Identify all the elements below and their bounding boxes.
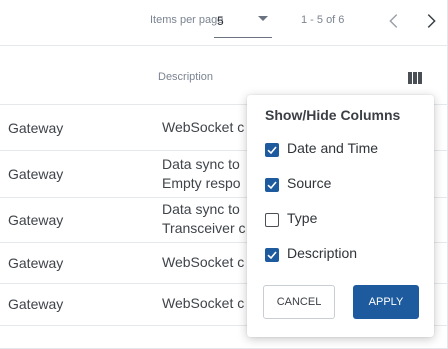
- cell-source: Gateway: [8, 166, 64, 182]
- cell-source: Gateway: [8, 212, 64, 228]
- cell-description: WebSocket c: [162, 295, 245, 311]
- checkbox-checked[interactable]: [265, 178, 279, 192]
- items-per-page-value: 5: [217, 14, 224, 28]
- checkmark-icon: [267, 181, 277, 190]
- popup-title: Show/Hide Columns: [265, 107, 401, 123]
- column-visibility-popup: Show/Hide Columns Date and Time Source T…: [247, 95, 434, 337]
- option-label: Type: [287, 210, 318, 226]
- cell-description: WebSocket c: [162, 254, 245, 270]
- caret-down-icon: [258, 16, 268, 21]
- pagination-bar: Items per page 5 1 - 5 of 6: [0, 0, 448, 46]
- checkmark-icon: [267, 146, 277, 155]
- checkbox-unchecked[interactable]: [265, 213, 279, 227]
- items-per-page-select[interactable]: 5: [214, 8, 272, 38]
- items-per-page-label: Items per page: [150, 14, 224, 26]
- checkbox-checked[interactable]: [265, 143, 279, 157]
- cell-description-line-1: Data sync to: [162, 201, 240, 217]
- option-label: Source: [287, 175, 332, 191]
- cell-source: Gateway: [8, 120, 64, 136]
- cell-source: Gateway: [8, 296, 64, 312]
- page-range-text: 1 - 5 of 6: [301, 14, 345, 26]
- apply-button[interactable]: APPLY: [353, 285, 419, 319]
- table-panel: Items per page 5 1 - 5 of 6 Description …: [0, 0, 448, 349]
- columns-icon[interactable]: [408, 72, 422, 84]
- column-header-description[interactable]: Description: [158, 71, 213, 83]
- cell-source: Gateway: [8, 255, 64, 271]
- cancel-button[interactable]: CANCEL: [263, 285, 335, 319]
- chevron-right-icon[interactable]: [420, 10, 442, 32]
- cell-description: WebSocket c: [162, 119, 245, 135]
- option-label: Description: [287, 245, 358, 261]
- cell-description-line-2: Empty respo: [162, 175, 241, 191]
- option-label: Date and Time: [287, 140, 379, 156]
- checkmark-icon: [267, 251, 277, 260]
- chevron-left-icon[interactable]: [383, 10, 405, 32]
- cell-description-line-1: Data sync to: [162, 156, 240, 172]
- cell-description-line-2: Transceiver c: [162, 220, 246, 236]
- checkbox-checked[interactable]: [265, 248, 279, 262]
